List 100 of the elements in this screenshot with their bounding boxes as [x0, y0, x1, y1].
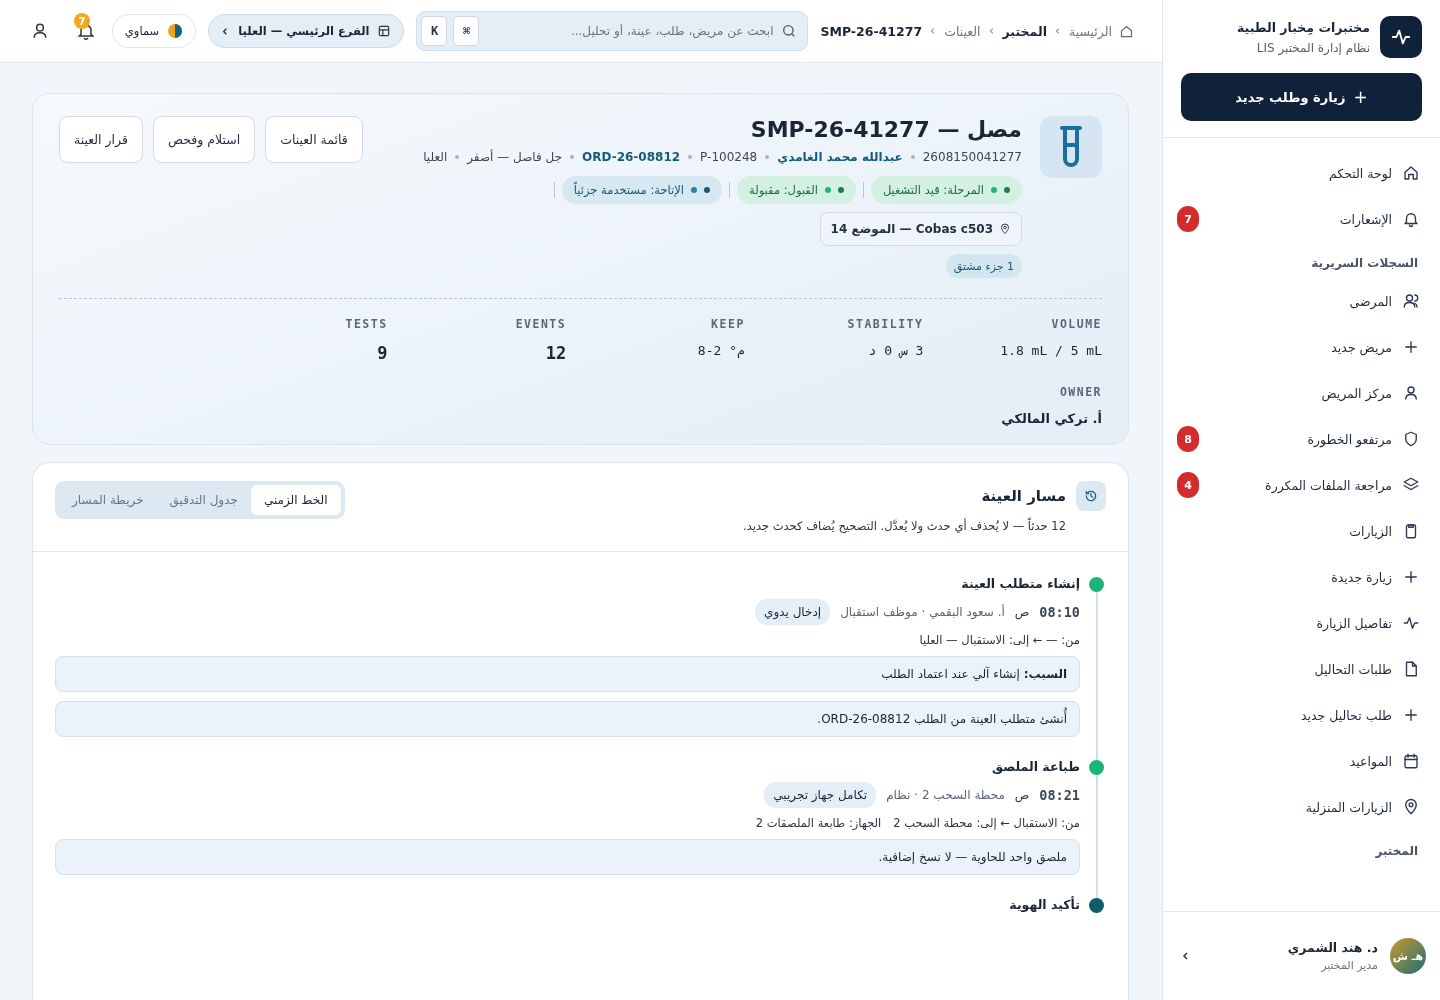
- chevron-icon: [1053, 27, 1062, 35]
- action-button[interactable]: قرار العينة: [59, 116, 143, 163]
- nav-item[interactable]: طلب تحاليل جديد: [1163, 692, 1440, 738]
- stat-label: KEEP: [710, 317, 745, 331]
- notification-badge: 7: [74, 13, 90, 29]
- route-text: من: الاستقبال ← إلى: محطة السحب 2: [893, 816, 1080, 830]
- breadcrumb-link[interactable]: العينات: [944, 23, 981, 39]
- brand-subtitle: نظام إدارة المختبر LIS: [1255, 40, 1370, 55]
- nav-section-title: المختبر: [1374, 843, 1419, 860]
- pulse-icon: [1402, 614, 1420, 632]
- meta-text: 2608150041277: [922, 150, 1022, 164]
- event-note: السبب: إنشاء آلي عند اعتماد الطلب: [55, 656, 1080, 692]
- stat-label: OWNER: [1058, 385, 1102, 399]
- test-tube-icon: [1040, 116, 1102, 178]
- source-tag: إدخال يدوي: [755, 599, 831, 625]
- event-actor: محطة السحب 2 · نظام: [886, 788, 1005, 802]
- nav-item[interactable]: الزيارات المنزلية: [1163, 784, 1440, 830]
- event-title: طباعة الملصق: [991, 759, 1080, 774]
- chevron-icon: [987, 27, 996, 35]
- building-icon: [377, 24, 392, 38]
- event-time: 08:21: [1039, 787, 1080, 803]
- stat-label: VOLUME: [1050, 317, 1102, 331]
- pin-icon: [999, 223, 1011, 235]
- pin-icon: [1402, 798, 1420, 816]
- nav-item[interactable]: لوحة التحكم: [1163, 150, 1440, 196]
- chevron-icon[interactable]: [1181, 951, 1191, 961]
- action-button[interactable]: استلام وفحص: [152, 116, 256, 163]
- user-name: د. هند الشمري: [1286, 940, 1378, 955]
- stat-value: 12: [544, 343, 567, 363]
- event-title: إنشاء متطلب العينة: [961, 576, 1080, 591]
- count-badge: 8: [1177, 426, 1199, 452]
- meta-link[interactable]: ORD-26-08812: [582, 150, 681, 164]
- view-tab[interactable]: خريطة المسار: [59, 485, 157, 515]
- nav-item[interactable]: طلبات التحاليل: [1163, 646, 1440, 692]
- nav-item[interactable]: مريض جديد: [1163, 324, 1440, 370]
- count-badge: 7: [1177, 206, 1199, 232]
- logo-icon: [1380, 16, 1422, 58]
- status-chip: القبول: مقبولة: [737, 176, 856, 204]
- new-visit-button[interactable]: + زيارة وطلب جديد: [1181, 73, 1422, 121]
- event-note: أُنشئ متطلب العينة من الطلب ORD-26-08812.: [55, 701, 1080, 737]
- status-chip: الإتاحة: مستخدمة جزئياً: [561, 176, 722, 204]
- nav-item[interactable]: الزيارات: [1163, 508, 1440, 554]
- bell-icon: [1402, 210, 1420, 228]
- count-badge: 4: [1177, 472, 1199, 498]
- location-chip: Cobas c503 — الموضع 14: [819, 212, 1022, 246]
- status-chip: المرحلة: قيد التشغيل: [870, 176, 1022, 204]
- meta-text: العليا: [423, 150, 448, 164]
- event-actor: أ. سعود البقمي · موظف استقبال: [840, 605, 1005, 619]
- event-period: ص: [1014, 788, 1030, 802]
- breadcrumb-link[interactable]: المختبر: [1002, 23, 1047, 39]
- route-text: الجهاز: طابعة الملصقات 2: [755, 816, 882, 830]
- meta-link[interactable]: عبدالله محمد الغامدي: [777, 150, 903, 164]
- stat-label: STABILITY: [846, 317, 924, 331]
- theme-icon: [167, 23, 184, 39]
- shield-icon: [1402, 430, 1420, 448]
- user-icon: [1402, 384, 1420, 402]
- action-button[interactable]: قائمة العينات: [265, 116, 363, 163]
- meta-text: P-100248: [700, 150, 758, 164]
- plus-icon: [1402, 568, 1420, 586]
- plus-icon: [1402, 338, 1420, 356]
- nav-item[interactable]: مركز المريض: [1163, 370, 1440, 416]
- brand-title: مختبرات مِخبار الطبية: [1237, 19, 1370, 35]
- nav-item[interactable]: تفاصيل الزيارة: [1163, 600, 1440, 646]
- view-tab[interactable]: الخط الزمني: [250, 485, 341, 515]
- stat-value: م° 2-8: [696, 343, 745, 358]
- breadcrumb-link[interactable]: SMP-26-41277: [820, 23, 923, 39]
- derived-chip: 1 جزء مشتق: [945, 254, 1022, 278]
- event-title: تأكيد الهوية: [1009, 897, 1080, 912]
- event-period: ص: [1014, 605, 1030, 619]
- home-icon: [1402, 164, 1420, 182]
- meta-text: جل فاصل — أصفر: [467, 150, 563, 164]
- event-time: 08:10: [1039, 604, 1080, 620]
- breadcrumb-link[interactable]: الرئيسية: [1068, 23, 1112, 39]
- stat-value: 3 س 0 د: [867, 343, 924, 358]
- shortcut-key: K: [421, 16, 448, 46]
- view-tab[interactable]: جدول التدقيق: [156, 485, 251, 515]
- nav-item[interactable]: المواعيد: [1163, 738, 1440, 784]
- event-note: ملصق واحد للحاوية — لا نسخ إضافية.: [55, 839, 1080, 875]
- stat-label: EVENTS: [514, 317, 567, 331]
- shortcut-key: ⌘: [453, 16, 480, 46]
- stat-value: 1.8 mL / 5 mL: [999, 343, 1102, 358]
- nav-item[interactable]: المرضى: [1163, 278, 1440, 324]
- nav-item[interactable]: زيارة جديدة: [1163, 554, 1440, 600]
- theme-selector[interactable]: سماوي: [111, 14, 197, 48]
- route-text: من: — ← إلى: الاستقبال — العليا: [919, 633, 1080, 647]
- stat-label: TESTS: [344, 317, 388, 331]
- nav-section-title: السجلات السريرية: [1310, 255, 1419, 272]
- branch-selector[interactable]: الفرع الرئيسي — العليا: [208, 14, 405, 48]
- calendar-icon: [1402, 752, 1420, 770]
- user-avatar: هـ ش: [1390, 938, 1426, 974]
- stat-value: 9: [376, 343, 388, 363]
- sample-title: مصل — SMP-26-41277: [750, 117, 1022, 142]
- section-subtitle: 12 حدثاً — لا يُحذف أي حدث ولا يُعدَّل. التصحيح يُضاف كحدث جديد.: [743, 519, 1066, 533]
- source-tag: تكامل جهاز تجريبي: [764, 782, 877, 808]
- user-icon[interactable]: [30, 21, 50, 41]
- users-icon: [1402, 292, 1420, 310]
- home-icon: [1119, 23, 1134, 39]
- section-title: مسار العينة: [981, 487, 1066, 505]
- user-role: مدير المختبر: [1319, 959, 1378, 972]
- history-icon: [1076, 481, 1106, 511]
